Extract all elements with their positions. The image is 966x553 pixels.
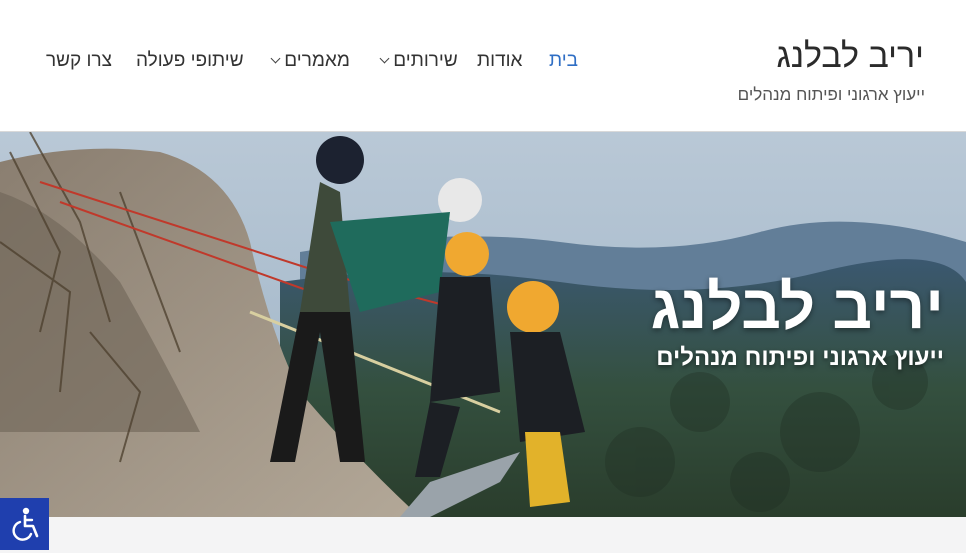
nav-item-label: שיתופי פעולה — [136, 50, 244, 71]
chevron-down-icon — [379, 53, 390, 64]
nav-item-contact[interactable]: צרו קשר — [46, 50, 112, 72]
nav-item-label: אודות — [477, 50, 523, 71]
nav-item-about[interactable]: אודות — [477, 50, 522, 72]
nav-item-services[interactable]: שירותים — [371, 50, 458, 72]
hero-banner: יריב לבלנג ייעוץ ארגוני ופיתוח מנהלים — [0, 132, 966, 517]
site-header: יריב לבלנג ייעוץ ארגוני ופיתוח מנהלים בי… — [0, 0, 966, 132]
nav-item-label: מאמרים — [284, 50, 350, 71]
nav-item-label: צרו קשר — [46, 50, 112, 71]
nav-item-label: בית — [549, 50, 579, 71]
main-nav: בית אודות שירותים מאמרים שיתופי פעולה צר… — [0, 50, 600, 80]
accessibility-button[interactable] — [0, 498, 49, 550]
nav-item-articles[interactable]: מאמרים — [262, 50, 350, 72]
nav-item-collaborations[interactable]: שיתופי פעולה — [136, 50, 244, 72]
nav-item-home[interactable]: בית — [549, 50, 578, 72]
hero-subtitle: ייעוץ ארגוני ופיתוח מנהלים — [656, 344, 944, 371]
chevron-down-icon — [270, 53, 281, 64]
nav-item-label: שירותים — [393, 50, 458, 71]
site-tagline: ייעוץ ארגוני ופיתוח מנהלים — [737, 85, 925, 104]
hero-title: יריב לבלנג — [650, 273, 944, 342]
wheelchair-icon — [11, 507, 38, 541]
site-title[interactable]: יריב לבלנג — [776, 37, 924, 76]
